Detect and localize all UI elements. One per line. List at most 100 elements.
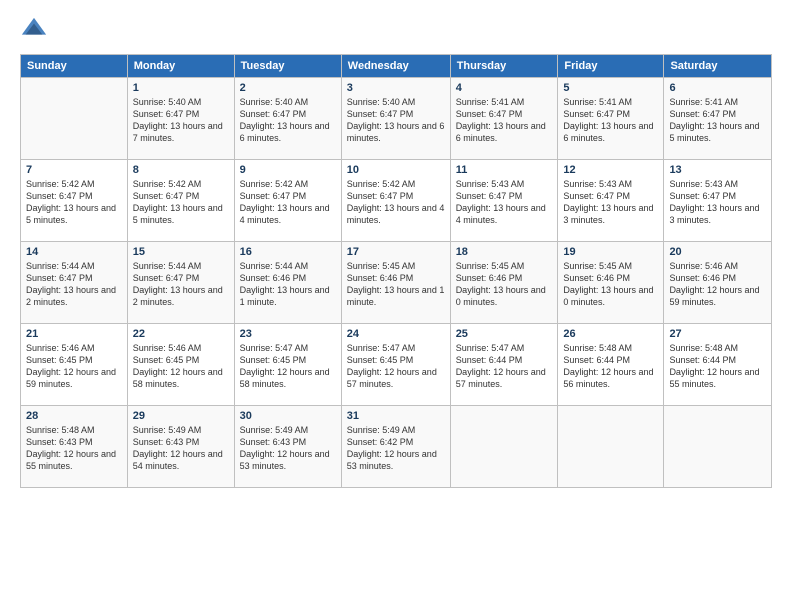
calendar-cell: 8 Sunrise: 5:42 AMSunset: 6:47 PMDaylight… (127, 160, 234, 242)
calendar-body: 1 Sunrise: 5:40 AMSunset: 6:47 PMDaylight… (21, 78, 772, 488)
calendar-cell (450, 406, 558, 488)
calendar-cell (21, 78, 128, 160)
calendar-cell: 6 Sunrise: 5:41 AMSunset: 6:47 PMDaylight… (664, 78, 772, 160)
day-number: 7 (26, 164, 122, 176)
calendar-cell: 2 Sunrise: 5:40 AMSunset: 6:47 PMDaylight… (234, 78, 341, 160)
day-info: Sunrise: 5:46 AMSunset: 6:46 PMDaylight:… (669, 260, 766, 309)
day-number: 28 (26, 410, 122, 422)
day-info: Sunrise: 5:45 AMSunset: 6:46 PMDaylight:… (456, 260, 553, 309)
calendar-cell: 19 Sunrise: 5:45 AMSunset: 6:46 PMDayligh… (558, 242, 664, 324)
day-number: 9 (240, 164, 336, 176)
day-number: 31 (347, 410, 445, 422)
day-info: Sunrise: 5:43 AMSunset: 6:47 PMDaylight:… (563, 178, 658, 227)
day-number: 19 (563, 246, 658, 258)
calendar-cell: 26 Sunrise: 5:48 AMSunset: 6:44 PMDayligh… (558, 324, 664, 406)
weekday-header: Thursday (450, 55, 558, 78)
calendar-week-row: 21 Sunrise: 5:46 AMSunset: 6:45 PMDayligh… (21, 324, 772, 406)
day-number: 6 (669, 82, 766, 94)
day-info: Sunrise: 5:48 AMSunset: 6:43 PMDaylight:… (26, 424, 122, 473)
day-number: 15 (133, 246, 229, 258)
day-number: 8 (133, 164, 229, 176)
day-number: 5 (563, 82, 658, 94)
calendar-cell: 21 Sunrise: 5:46 AMSunset: 6:45 PMDayligh… (21, 324, 128, 406)
page: SundayMondayTuesdayWednesdayThursdayFrid… (0, 0, 792, 612)
day-info: Sunrise: 5:48 AMSunset: 6:44 PMDaylight:… (563, 342, 658, 391)
calendar-cell: 17Sunrise: 5:45 AMSunset: 6:46 PMDayligh… (341, 242, 450, 324)
header-row: SundayMondayTuesdayWednesdayThursdayFrid… (21, 55, 772, 78)
calendar-cell: 10Sunrise: 5:42 AMSunset: 6:47 PMDayligh… (341, 160, 450, 242)
day-info: Sunrise: 5:48 AMSunset: 6:44 PMDaylight:… (669, 342, 766, 391)
calendar-cell: 24Sunrise: 5:47 AMSunset: 6:45 PMDayligh… (341, 324, 450, 406)
calendar-cell: 4Sunrise: 5:41 AMSunset: 6:47 PMDaylight… (450, 78, 558, 160)
calendar-cell: 1Sunrise: 5:40 AMSunset: 6:47 PMDaylight… (127, 78, 234, 160)
calendar-week-row: 7 Sunrise: 5:42 AMSunset: 6:47 PMDaylight… (21, 160, 772, 242)
day-number: 2 (240, 82, 336, 94)
day-number: 21 (26, 328, 122, 340)
day-info: Sunrise: 5:40 AMSunset: 6:47 PMDaylight:… (240, 96, 336, 145)
weekday-header: Wednesday (341, 55, 450, 78)
calendar-cell: 15 Sunrise: 5:44 AMSunset: 6:47 PMDayligh… (127, 242, 234, 324)
day-number: 23 (240, 328, 336, 340)
day-number: 4 (456, 82, 553, 94)
calendar-cell: 7 Sunrise: 5:42 AMSunset: 6:47 PMDaylight… (21, 160, 128, 242)
calendar-week-row: 1 Sunrise: 5:40 AMSunset: 6:47 PMDaylight… (21, 78, 772, 160)
weekday-header: Monday (127, 55, 234, 78)
day-info: Sunrise: 5:49 AMSunset: 6:43 PMDaylight:… (240, 424, 336, 473)
calendar-cell (558, 406, 664, 488)
day-info: Sunrise: 5:47 AMSunset: 6:44 PMDaylight:… (456, 342, 553, 391)
calendar-cell: 30 Sunrise: 5:49 AMSunset: 6:43 PMDayligh… (234, 406, 341, 488)
day-info: Sunrise: 5:42 AMSunset: 6:47 PMDaylight:… (26, 178, 122, 227)
calendar-cell: 12 Sunrise: 5:43 AMSunset: 6:47 PMDayligh… (558, 160, 664, 242)
calendar-cell: 5 Sunrise: 5:41 AMSunset: 6:47 PMDaylight… (558, 78, 664, 160)
calendar-cell: 27 Sunrise: 5:48 AMSunset: 6:44 PMDayligh… (664, 324, 772, 406)
day-number: 30 (240, 410, 336, 422)
calendar-cell: 14 Sunrise: 5:44 AMSunset: 6:47 PMDayligh… (21, 242, 128, 324)
day-info: Sunrise: 5:43 AMSunset: 6:47 PMDaylight:… (669, 178, 766, 227)
calendar-cell: 23 Sunrise: 5:47 AMSunset: 6:45 PMDayligh… (234, 324, 341, 406)
day-number: 1 (133, 82, 229, 94)
calendar-cell: 9 Sunrise: 5:42 AMSunset: 6:47 PMDaylight… (234, 160, 341, 242)
day-number: 22 (133, 328, 229, 340)
day-info: Sunrise: 5:42 AMSunset: 6:47 PMDaylight:… (133, 178, 229, 227)
header (20, 16, 772, 44)
calendar-header: SundayMondayTuesdayWednesdayThursdayFrid… (21, 55, 772, 78)
day-info: Sunrise: 5:47 AMSunset: 6:45 PMDaylight:… (240, 342, 336, 391)
day-info: Sunrise: 5:44 AMSunset: 6:46 PMDaylight:… (240, 260, 336, 309)
day-number: 14 (26, 246, 122, 258)
day-number: 29 (133, 410, 229, 422)
day-info: Sunrise: 5:46 AMSunset: 6:45 PMDaylight:… (26, 342, 122, 391)
weekday-header: Saturday (664, 55, 772, 78)
calendar-cell: 3Sunrise: 5:40 AMSunset: 6:47 PMDaylight… (341, 78, 450, 160)
day-info: Sunrise: 5:42 AMSunset: 6:47 PMDaylight:… (240, 178, 336, 227)
day-number: 26 (563, 328, 658, 340)
calendar-cell: 13 Sunrise: 5:43 AMSunset: 6:47 PMDayligh… (664, 160, 772, 242)
day-number: 24 (347, 328, 445, 340)
day-number: 16 (240, 246, 336, 258)
day-info: Sunrise: 5:45 AMSunset: 6:46 PMDaylight:… (347, 260, 445, 309)
day-info: Sunrise: 5:49 AMSunset: 6:42 PMDaylight:… (347, 424, 445, 473)
weekday-header: Friday (558, 55, 664, 78)
day-number: 25 (456, 328, 553, 340)
calendar-cell (664, 406, 772, 488)
day-info: Sunrise: 5:49 AMSunset: 6:43 PMDaylight:… (133, 424, 229, 473)
calendar-cell: 11Sunrise: 5:43 AMSunset: 6:47 PMDayligh… (450, 160, 558, 242)
calendar-cell: 22 Sunrise: 5:46 AMSunset: 6:45 PMDayligh… (127, 324, 234, 406)
day-info: Sunrise: 5:44 AMSunset: 6:47 PMDaylight:… (26, 260, 122, 309)
weekday-header: Tuesday (234, 55, 341, 78)
day-info: Sunrise: 5:41 AMSunset: 6:47 PMDaylight:… (669, 96, 766, 145)
day-number: 11 (456, 164, 553, 176)
calendar-cell: 29 Sunrise: 5:49 AMSunset: 6:43 PMDayligh… (127, 406, 234, 488)
day-number: 12 (563, 164, 658, 176)
day-number: 13 (669, 164, 766, 176)
weekday-header: Sunday (21, 55, 128, 78)
calendar-cell: 20 Sunrise: 5:46 AMSunset: 6:46 PMDayligh… (664, 242, 772, 324)
day-info: Sunrise: 5:46 AMSunset: 6:45 PMDaylight:… (133, 342, 229, 391)
day-info: Sunrise: 5:44 AMSunset: 6:47 PMDaylight:… (133, 260, 229, 309)
logo (20, 16, 52, 44)
day-number: 27 (669, 328, 766, 340)
day-number: 20 (669, 246, 766, 258)
day-info: Sunrise: 5:41 AMSunset: 6:47 PMDaylight:… (563, 96, 658, 145)
calendar-table: SundayMondayTuesdayWednesdayThursdayFrid… (20, 54, 772, 488)
day-info: Sunrise: 5:45 AMSunset: 6:46 PMDaylight:… (563, 260, 658, 309)
calendar-cell: 16 Sunrise: 5:44 AMSunset: 6:46 PMDayligh… (234, 242, 341, 324)
